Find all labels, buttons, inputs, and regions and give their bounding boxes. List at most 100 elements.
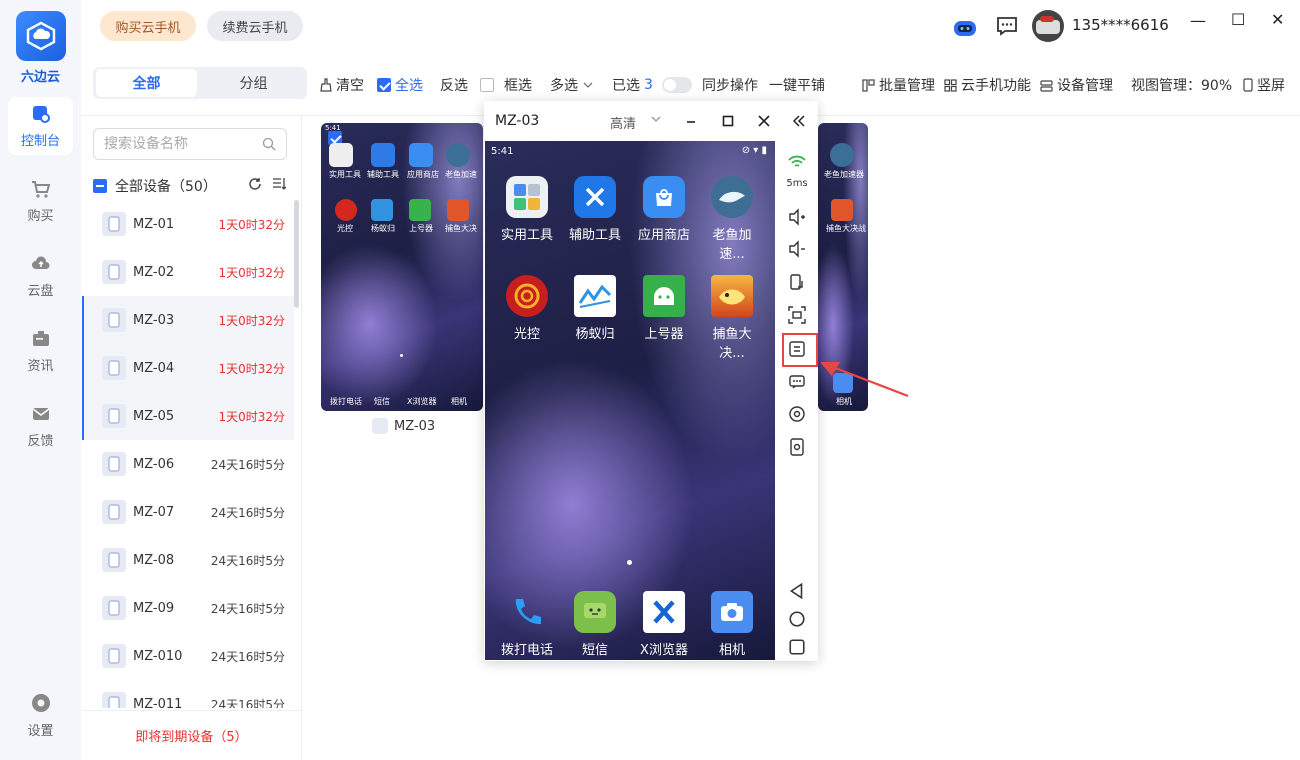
partial-checkbox[interactable] bbox=[93, 179, 107, 193]
dock-sms[interactable]: 短信 bbox=[565, 591, 625, 658]
invert-selection-button[interactable]: 反选 bbox=[440, 75, 468, 95]
device-thumb-icon bbox=[102, 644, 126, 668]
maximize-icon[interactable] bbox=[722, 115, 734, 127]
device-list-scrollbar[interactable] bbox=[294, 200, 299, 308]
device-thumb-icon bbox=[102, 308, 126, 332]
home-nav-icon[interactable] bbox=[788, 610, 806, 628]
gear-icon bbox=[31, 693, 50, 712]
box-select-checkbox[interactable]: 框选 bbox=[480, 75, 532, 95]
avatar[interactable] bbox=[1032, 10, 1064, 42]
app-store[interactable]: 应用商店 bbox=[634, 176, 694, 243]
app-label: 杨蚁归 bbox=[575, 327, 615, 342]
location-icon[interactable] bbox=[788, 405, 806, 423]
device-row[interactable]: MZ-011 24天16时5分 bbox=[82, 680, 294, 708]
maximize-button[interactable]: ☐ bbox=[1231, 10, 1245, 29]
portrait-toggle[interactable]: 竖屏 bbox=[1243, 75, 1285, 95]
device-name: MZ-04 bbox=[133, 360, 175, 376]
batch-management-button[interactable]: 批量管理 bbox=[862, 75, 935, 95]
nav-item-buy[interactable]: 购买 bbox=[8, 172, 73, 230]
expiring-devices-link[interactable]: 即将到期设备（5） bbox=[82, 710, 301, 760]
device-row[interactable]: MZ-06 24天16时5分 bbox=[82, 440, 294, 488]
close-button[interactable]: ✕ bbox=[1271, 10, 1284, 29]
app-accelerator[interactable]: 老鱼加速... bbox=[702, 176, 762, 262]
assistant-robot-icon[interactable] bbox=[951, 17, 979, 39]
username[interactable]: 135****6616 bbox=[1072, 16, 1169, 34]
app-fishing-battle[interactable]: 捕鱼大决... bbox=[702, 275, 762, 361]
sync-operation-toggle[interactable]: 同步操作 bbox=[662, 75, 758, 95]
view-zoom-control[interactable]: 视图管理：90% bbox=[1131, 75, 1232, 95]
minimize-button[interactable]: — bbox=[1190, 11, 1206, 30]
device-management-button[interactable]: 设备管理 bbox=[1040, 75, 1113, 95]
select-all-checkbox[interactable]: 全选 bbox=[377, 75, 423, 95]
device-row[interactable]: MZ-010 24天16时5分 bbox=[82, 632, 294, 680]
device-name: MZ-09 bbox=[133, 600, 175, 616]
dock-phone[interactable]: 拨打电话 bbox=[497, 591, 557, 658]
app-utility-tools[interactable]: 实用工具 bbox=[497, 176, 557, 243]
phone-screen[interactable]: 5:41 ⊘ ▾ ▮ 实用工具 辅助工具 应用商店 老鱼加速... 光控 杨蚁归… bbox=[485, 141, 775, 660]
rotate-screen-icon[interactable] bbox=[788, 273, 806, 291]
cart-icon bbox=[31, 180, 50, 198]
volume-down-icon[interactable] bbox=[788, 240, 806, 258]
device-search[interactable] bbox=[93, 128, 287, 160]
server-icon bbox=[1040, 79, 1053, 92]
screenshot-icon[interactable] bbox=[788, 306, 806, 324]
device-name: MZ-08 bbox=[133, 552, 175, 568]
nav-item-cloud-disk[interactable]: 云盘 bbox=[8, 247, 73, 305]
cloud-disk-icon bbox=[31, 255, 49, 269]
cloud-phone-function-button[interactable]: 云手机功能 bbox=[944, 75, 1031, 95]
collapse-panel-icon[interactable] bbox=[793, 115, 805, 127]
quality-dropdown[interactable]: 高清 bbox=[610, 113, 662, 132]
all-devices-header[interactable]: 全部设备（50） bbox=[93, 176, 217, 196]
shanghaoqi-app-icon bbox=[643, 275, 685, 317]
grid-icon bbox=[944, 78, 957, 92]
checkbox-unchecked bbox=[480, 78, 494, 92]
device-row[interactable]: MZ-08 24天16时5分 bbox=[82, 536, 294, 584]
device-row[interactable]: MZ-05 1天0时32分 bbox=[82, 392, 294, 440]
accelerator-app-icon bbox=[446, 143, 470, 167]
tile-button[interactable]: 一键平铺 bbox=[769, 75, 825, 95]
dock-x-browser[interactable]: X浏览器 bbox=[634, 591, 694, 658]
back-nav-icon[interactable] bbox=[788, 582, 806, 600]
search-input[interactable] bbox=[104, 136, 254, 152]
keyboard-chat-icon[interactable] bbox=[788, 373, 806, 391]
app-yangyigui[interactable]: 杨蚁归 bbox=[565, 275, 625, 342]
device-row[interactable]: MZ-09 24天16时5分 bbox=[82, 584, 294, 632]
nav-item-settings[interactable]: 设置 bbox=[8, 686, 73, 744]
device-row[interactable]: MZ-02 1天0时32分 bbox=[82, 248, 294, 296]
toggle-switch[interactable] bbox=[662, 77, 692, 93]
dock-camera[interactable]: 相机 bbox=[702, 591, 762, 658]
minimize-icon[interactable] bbox=[685, 115, 697, 127]
multi-select-dropdown[interactable]: 多选 bbox=[550, 75, 594, 95]
search-icon[interactable] bbox=[262, 137, 276, 151]
app-shanghaoqi[interactable]: 上号器 bbox=[634, 275, 694, 342]
close-icon[interactable] bbox=[758, 115, 770, 127]
nav-item-dashboard[interactable]: 控制台 bbox=[8, 97, 73, 155]
app-label: 上号器 bbox=[644, 327, 684, 342]
dock-label: 拨打电话 bbox=[500, 643, 553, 658]
device-row[interactable]: MZ-03 1天0时32分 bbox=[82, 296, 294, 344]
recents-nav-icon[interactable] bbox=[788, 638, 806, 656]
app-guangkong[interactable]: 光控 bbox=[497, 275, 557, 342]
tab-all[interactable]: 全部 bbox=[96, 69, 197, 97]
nav-item-news[interactable]: 资讯 bbox=[8, 322, 73, 380]
buy-cloud-phone-button[interactable]: 购买云手机 bbox=[100, 11, 196, 41]
device-thumb-icon bbox=[102, 596, 126, 620]
device-preview-card[interactable]: 5:41 实用工具 辅助工具 应用商店 老鱼加速 光控 杨蚁归 上号器 捕鱼大决… bbox=[321, 123, 483, 411]
clear-button[interactable]: 清空 bbox=[320, 75, 364, 95]
device-row[interactable]: MZ-01 1天0时32分 bbox=[82, 200, 294, 248]
message-icon[interactable] bbox=[996, 16, 1018, 36]
status-time: 5:41 bbox=[491, 146, 514, 157]
app-helper-tools[interactable]: 辅助工具 bbox=[565, 176, 625, 243]
helper-app-icon bbox=[574, 176, 616, 218]
device-thumb-icon bbox=[102, 500, 126, 524]
renew-cloud-phone-button[interactable]: 续费云手机 bbox=[207, 11, 303, 41]
device-row[interactable]: MZ-07 24天16时5分 bbox=[82, 488, 294, 536]
tab-group[interactable]: 分组 bbox=[203, 69, 304, 97]
refresh-icon[interactable] bbox=[248, 177, 262, 191]
nav-item-feedback[interactable]: 反馈 bbox=[8, 397, 73, 455]
device-row[interactable]: MZ-04 1天0时32分 bbox=[82, 344, 294, 392]
device-info-icon[interactable] bbox=[788, 438, 806, 456]
sort-icon[interactable] bbox=[272, 177, 286, 191]
volume-up-icon[interactable] bbox=[788, 208, 806, 226]
chevron-down-icon bbox=[651, 116, 661, 122]
